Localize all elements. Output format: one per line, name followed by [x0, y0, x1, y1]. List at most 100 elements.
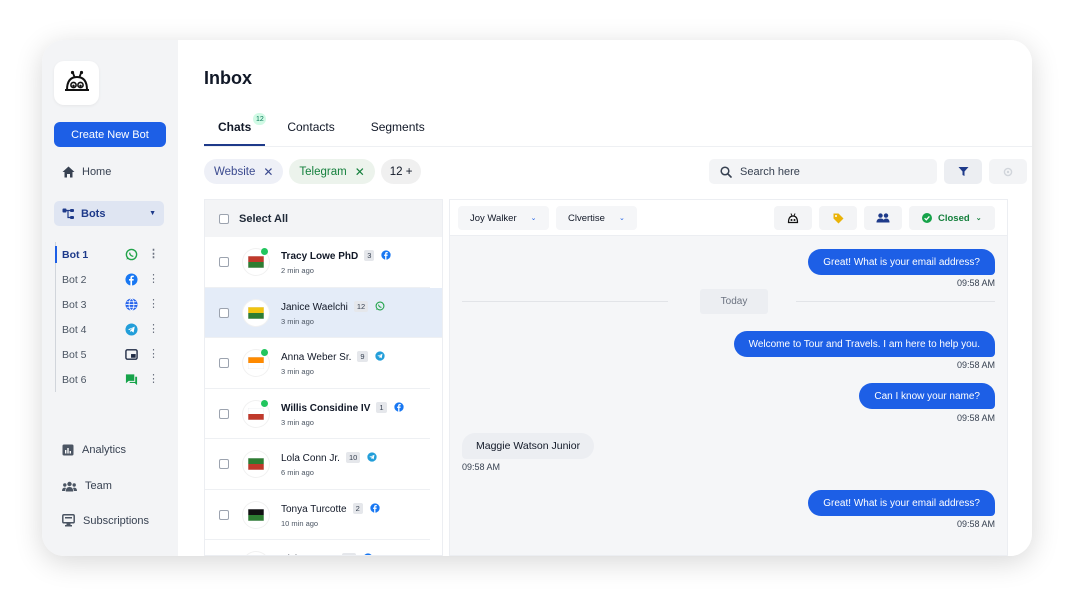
remove-filter-icon[interactable]: ✕ [355, 165, 365, 179]
nav-bots[interactable]: Bots ▼ [54, 201, 164, 226]
nav-bots-label: Bots [81, 207, 106, 220]
flag-icon [243, 451, 269, 477]
caret-down-icon: ▼ [149, 210, 156, 217]
filter-button[interactable] [944, 159, 982, 184]
message-incoming: Maggie Watson Junior [462, 433, 595, 459]
select-all-checkbox[interactable] [219, 213, 229, 224]
row-checkbox[interactable] [219, 358, 229, 368]
tab-segments-label: Segments [370, 120, 425, 134]
sidebar-item-bot-4[interactable]: Bot 4 ⋮ [55, 317, 160, 342]
sidebar-item-bot-1[interactable]: Bot 1 ⋮ [55, 242, 160, 267]
bot-label: Bot 2 [62, 273, 87, 286]
bot-more-icon[interactable]: ⋮ [148, 273, 159, 285]
facebook-icon [381, 250, 392, 260]
message-outgoing: Great! What is your email address? [808, 249, 995, 275]
assignee-dropdown[interactable]: Joy Walker ⌄ [458, 206, 549, 230]
last-message-time: 3 min ago [281, 367, 314, 376]
row-checkbox[interactable] [219, 408, 229, 419]
tag-button[interactable] [819, 206, 857, 230]
tab-chats[interactable]: Chats 12 [204, 113, 267, 146]
sidebar-item-bot-5[interactable]: Bot 5 ⋮ [55, 342, 160, 367]
sidebar-item-bot-3[interactable]: Bot 3 ⋮ [55, 292, 160, 317]
tab-contacts-label: Contacts [287, 120, 335, 134]
chats-count-badge: 12 [253, 113, 267, 125]
contact-name: Lola Conn Jr. 10 [281, 452, 377, 464]
bot-more-icon[interactable]: ⋮ [148, 348, 159, 360]
unread-count-badge: 12 [353, 300, 369, 312]
nav-team[interactable]: Team [62, 480, 112, 492]
flag-icon [243, 552, 269, 555]
contact-name-text: Tonya Turcotte [281, 503, 347, 515]
chat-row[interactable]: Anna Weber Sr. 9 3 min ago [205, 338, 430, 389]
more-filters-chip[interactable]: 12 + [380, 159, 422, 184]
select-all-row[interactable]: Select All [205, 200, 442, 237]
row-checkbox[interactable] [219, 257, 229, 267]
company-dropdown[interactable]: Clvertise ⌄ [556, 206, 637, 230]
nav-team-label: Team [85, 480, 112, 492]
bot-label: Bot 6 [62, 373, 87, 386]
row-checkbox[interactable] [219, 459, 229, 469]
bot-label: Bot 4 [62, 323, 87, 336]
assign-team-button[interactable] [864, 206, 902, 230]
bot-logo-icon[interactable] [54, 61, 99, 105]
message-time: 09:58 AM [462, 462, 501, 472]
tab-contacts[interactable]: Contacts [273, 114, 348, 146]
conversation-panel: Joy Walker ⌄ Clvertise ⌄ Closed ⌄ Great!… [449, 199, 1008, 556]
bots-tree-icon [62, 208, 74, 219]
sidebar-item-bot-6[interactable]: Bot 6 ⋮ [55, 367, 160, 392]
last-message-time: 3 min ago [281, 316, 314, 326]
facebook-icon [363, 553, 373, 555]
unread-count-badge: 2 [352, 502, 363, 514]
message-outgoing: Welcome to Tour and Travels. I am here t… [733, 331, 995, 357]
tab-segments[interactable]: Segments [357, 114, 439, 146]
message-outgoing: Can I know your name? [859, 383, 995, 409]
date-separator-label: Today [700, 289, 768, 314]
search-input[interactable]: Search here [709, 159, 937, 184]
bot-more-icon[interactable]: ⋮ [148, 248, 159, 260]
nav-home[interactable]: Home [62, 166, 111, 178]
message-time: 09:58 AM [956, 519, 995, 529]
row-checkbox[interactable] [219, 509, 229, 520]
chat-row[interactable]: Willis Considine IV 1 3 min ago [205, 389, 430, 439]
tab-chats-label: Chats [218, 120, 252, 134]
status-dropdown[interactable]: Closed ⌄ [909, 206, 995, 230]
settings-button[interactable] [989, 159, 1027, 184]
remove-filter-icon[interactable]: ✕ [263, 165, 273, 179]
sidebar: Create New Bot Home Bots ▼ Bot 1 ⋮ Bot 2… [42, 40, 178, 556]
sidebar-item-bot-2[interactable]: Bot 2 ⋮ [55, 267, 160, 292]
contact-name: Anna Weber Sr. 9 [281, 351, 385, 363]
date-separator-line [796, 301, 995, 302]
contact-name-text: Willis Considine IV [281, 402, 371, 414]
contact-name: Janice Waelchi 12 [281, 300, 385, 313]
filter-chip-website[interactable]: Website ✕ [204, 159, 284, 184]
chat-row[interactable]: Tonya Turcotte 2 10 min ago [205, 490, 430, 540]
create-new-bot-button[interactable]: Create New Bot [54, 122, 166, 147]
chat-row[interactable]: Lola Conn Jr. 10 6 min ago [205, 439, 430, 490]
bot-toggle-button[interactable] [774, 206, 812, 230]
assignee-value: Joy Walker [470, 212, 517, 224]
nav-subscriptions[interactable]: Subscriptions [62, 514, 149, 527]
select-all-label: Select All [239, 212, 289, 225]
check-circle-icon [922, 213, 932, 223]
nav-home-label: Home [82, 166, 112, 178]
search-placeholder: Search here [740, 165, 800, 178]
telegram-icon [125, 323, 138, 336]
bot-more-icon[interactable]: ⋮ [148, 298, 159, 310]
page-title: Inbox [204, 68, 252, 88]
contact-name: Tracy Lowe PhD 3 [281, 250, 392, 262]
last-message-time: 2 min ago [281, 266, 314, 275]
chat-row[interactable]: Janice Waelchi 12 3 min ago [205, 287, 442, 338]
team-icon [876, 213, 890, 223]
team-icon [62, 481, 77, 491]
nav-analytics[interactable]: Analytics [62, 444, 126, 456]
bot-more-icon[interactable]: ⋮ [148, 373, 159, 385]
bot-more-icon[interactable]: ⋮ [148, 323, 159, 335]
message-time: 09:58 AM [956, 278, 995, 288]
row-checkbox[interactable] [219, 307, 229, 318]
filter-chip-telegram[interactable]: Telegram ✕ [289, 159, 375, 184]
facebook-icon [370, 502, 380, 513]
chat-row[interactable]: Alvin Lemon 11 [205, 540, 430, 555]
bot-label: Bot 1 [62, 248, 89, 261]
chat-row[interactable]: Tracy Lowe PhD 3 2 min ago [205, 237, 430, 288]
flag-icon [243, 299, 269, 326]
